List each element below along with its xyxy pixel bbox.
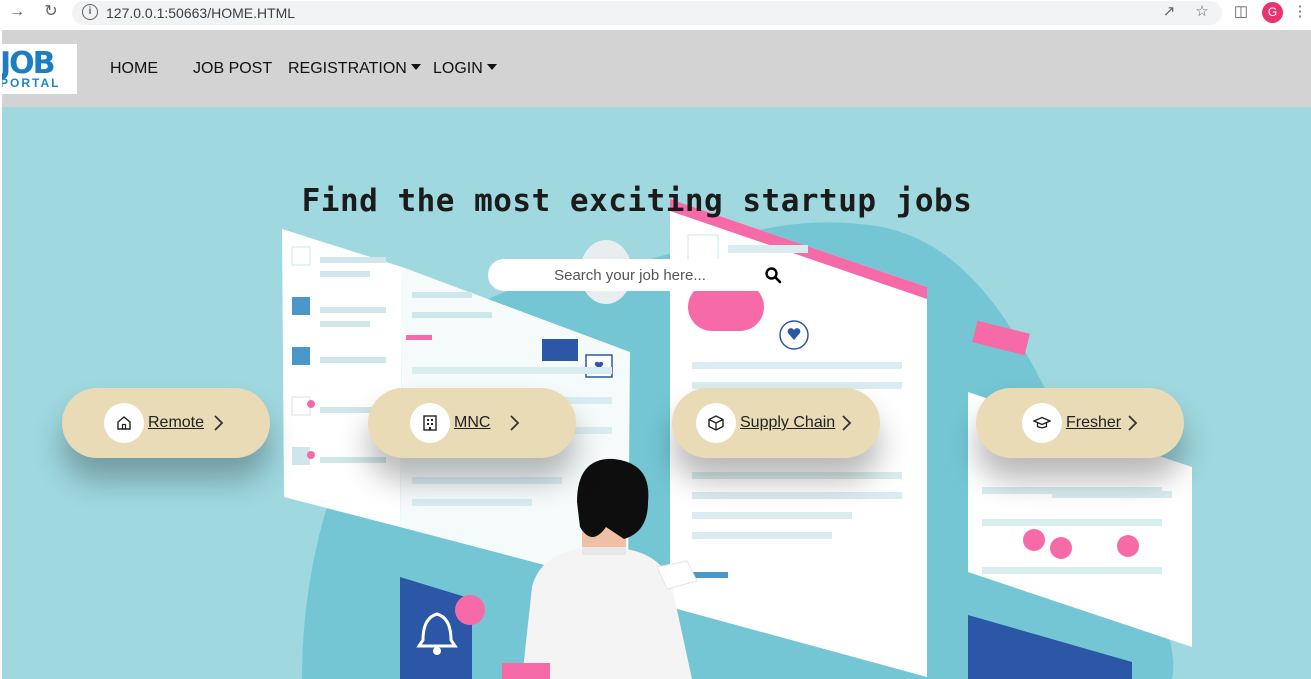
building-icon: [410, 403, 450, 443]
nav-job-post-link[interactable]: JOB POST: [193, 60, 272, 78]
chevron-right-icon: [510, 415, 520, 431]
caret-down-icon: [410, 64, 421, 70]
bookmark-star-icon[interactable]: ☆: [1193, 3, 1211, 21]
reload-icon[interactable]: ↻: [42, 3, 60, 21]
chevron-right-icon: [1128, 415, 1138, 431]
menu-kebab-icon[interactable]: ⋮: [1291, 3, 1309, 21]
category-label: MNC: [454, 414, 491, 431]
category-supply-chain-button[interactable]: Supply Chain: [672, 388, 880, 458]
search-input[interactable]: [500, 263, 760, 287]
side-panel-icon[interactable]: ◫: [1232, 3, 1250, 21]
site-info-icon[interactable]: i: [82, 4, 98, 20]
site-logo[interactable]: JOB PORTAL: [2, 44, 77, 94]
back-arrow-icon[interactable]: →: [8, 3, 26, 21]
category-label: Remote: [148, 414, 205, 431]
url-text: 127.0.0.1:50663/HOME.HTML: [106, 5, 296, 21]
address-bar[interactable]: i 127.0.0.1:50663/HOME.HTML: [72, 1, 1222, 25]
browser-toolbar: → ↻ i 127.0.0.1:50663/HOME.HTML ↗ ☆ ◫ G …: [0, 0, 1311, 26]
profile-avatar[interactable]: G: [1262, 2, 1283, 23]
logo-wordmark-bottom: PORTAL: [2, 76, 61, 90]
search-icon[interactable]: [764, 266, 782, 284]
nav-login-dropdown[interactable]: LOGIN: [433, 60, 497, 78]
hero-title: Find the most exciting startup jobs: [301, 183, 973, 219]
home-icon: [104, 403, 144, 443]
chevron-right-icon: [214, 415, 224, 431]
category-label: Supply Chain: [740, 414, 836, 431]
site-navbar: JOB PORTAL HOME JOB POST REGISTRATION LO…: [2, 30, 1311, 107]
nav-registration-dropdown[interactable]: REGISTRATION: [288, 60, 421, 78]
caret-down-icon: [486, 64, 497, 70]
category-fresher-button[interactable]: Fresher: [976, 388, 1184, 458]
share-icon[interactable]: ↗: [1160, 3, 1178, 21]
hero-section: Find the most exciting startup jobs Remo…: [2, 107, 1311, 679]
category-label: Fresher: [1066, 414, 1122, 431]
search-bar: [488, 259, 796, 291]
box-icon: [696, 403, 736, 443]
category-mnc-button[interactable]: MNC: [368, 388, 576, 458]
graduation-cap-icon: [1022, 403, 1062, 443]
nav-home-link[interactable]: HOME: [110, 60, 158, 78]
chevron-right-icon: [842, 415, 852, 431]
nav-login-label: LOGIN: [433, 60, 483, 77]
nav-registration-label: REGISTRATION: [288, 60, 407, 77]
category-remote-button[interactable]: Remote: [62, 388, 270, 458]
